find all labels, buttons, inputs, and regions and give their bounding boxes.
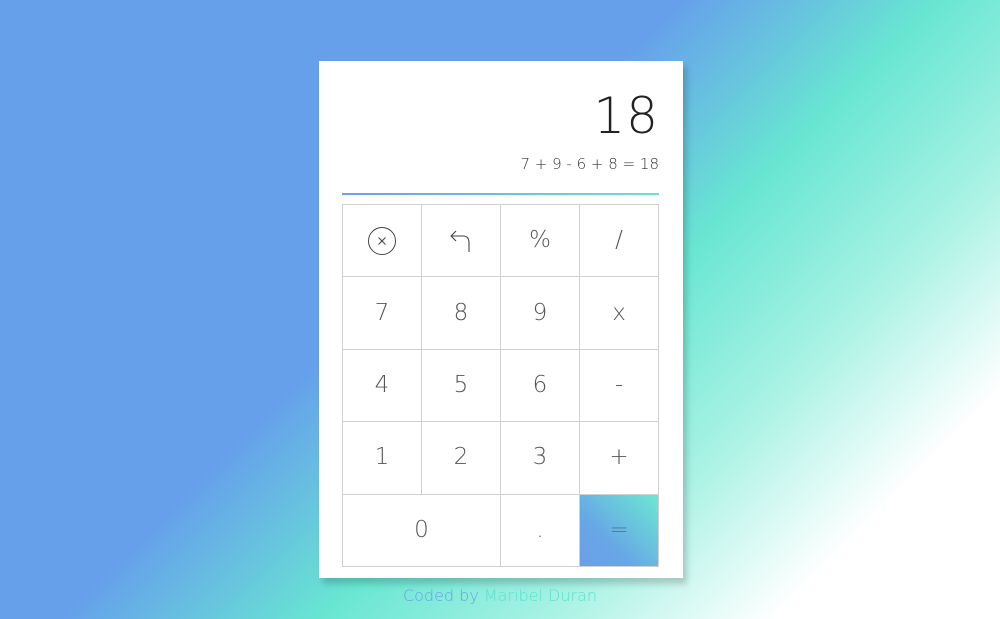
digit-8-button[interactable]: 8: [422, 277, 501, 350]
calculator: 18 7 + 9 - 6 + 8 = 18 % / 7 8 9 x 4 5 6 …: [319, 61, 683, 578]
author-link[interactable]: Maribel Duran: [484, 586, 597, 605]
minus-label: -: [614, 371, 624, 398]
percent-button[interactable]: %: [501, 205, 580, 278]
digit-5-button[interactable]: 5: [422, 349, 501, 423]
decimal-button[interactable]: .: [501, 494, 580, 567]
digit-label: 2: [453, 444, 469, 471]
expression-display: 7 + 9 - 6 + 8 = 18: [520, 155, 659, 173]
divide-label: /: [615, 227, 623, 254]
digit-4-button[interactable]: 4: [343, 349, 422, 423]
multiply-button[interactable]: x: [580, 277, 659, 350]
circle-x-icon: [367, 226, 397, 256]
undo-arrow-icon: [449, 228, 473, 254]
credit-footer: Coded by Maribel Duran: [0, 586, 1000, 605]
digit-2-button[interactable]: 2: [422, 422, 501, 495]
minus-button[interactable]: -: [580, 349, 659, 423]
digit-label: 3: [532, 444, 548, 471]
digit-3-button[interactable]: 3: [501, 422, 580, 495]
digit-7-button[interactable]: 7: [343, 277, 422, 350]
digit-label: 0: [414, 516, 429, 543]
credit-label: Coded by: [402, 586, 479, 605]
digit-0-button[interactable]: 0: [343, 494, 501, 567]
equals-label: =: [609, 516, 629, 543]
digit-label: 6: [532, 371, 548, 398]
clear-button[interactable]: [343, 205, 422, 278]
multiply-label: x: [612, 299, 626, 326]
display-divider: [342, 193, 659, 195]
plus-button[interactable]: +: [580, 422, 659, 495]
digit-label: 9: [532, 299, 548, 326]
digit-1-button[interactable]: 1: [343, 422, 422, 495]
keypad: % / 7 8 9 x 4 5 6 - 1 2 3 + 0 . =: [342, 204, 659, 567]
result-display: 18: [593, 87, 659, 145]
digit-label: 8: [453, 299, 469, 326]
digit-label: 5: [453, 371, 469, 398]
decimal-label: .: [536, 516, 544, 543]
plus-label: +: [609, 444, 629, 471]
percent-label: %: [529, 227, 551, 254]
digit-label: 7: [374, 299, 390, 326]
digit-9-button[interactable]: 9: [501, 277, 580, 350]
divide-button[interactable]: /: [580, 205, 659, 278]
equals-button[interactable]: =: [580, 494, 659, 567]
digit-label: 1: [374, 444, 390, 471]
digit-6-button[interactable]: 6: [501, 349, 580, 423]
undo-button[interactable]: [422, 205, 501, 278]
digit-label: 4: [374, 371, 390, 398]
